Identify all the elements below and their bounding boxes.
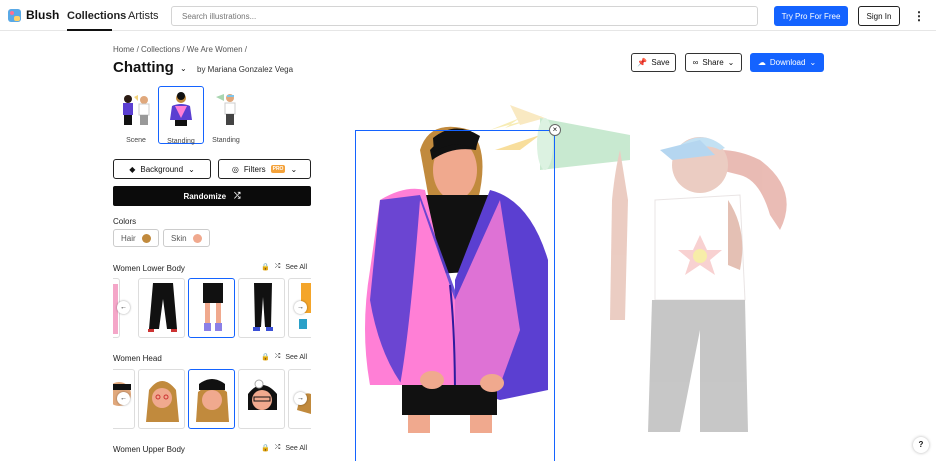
carousel-prev-arrow-icon[interactable]: ← xyxy=(117,301,130,314)
lower-body-option[interactable] xyxy=(138,278,185,338)
brand-logo[interactable]: Blush xyxy=(8,8,59,22)
chevron-down-icon: ⌄ xyxy=(727,58,735,67)
blush-logo-icon xyxy=(8,8,21,22)
section-tools: 🔒 ⤮ See All xyxy=(261,444,307,452)
carousel-next-arrow-icon[interactable]: → xyxy=(294,392,307,405)
link-icon: ∞ xyxy=(692,58,699,67)
background-select[interactable]: ◆ Background ⌄ xyxy=(113,159,211,179)
palette-icon: ◎ xyxy=(231,164,239,174)
hair-label: Hair xyxy=(121,233,136,243)
hair-color-button[interactable]: Hair xyxy=(113,229,159,247)
background-label: Background xyxy=(140,164,184,174)
try-pro-button[interactable]: Try Pro For Free xyxy=(774,6,848,26)
hair-color-swatch xyxy=(141,233,151,243)
head-carousel: ← → xyxy=(113,369,311,429)
head-option[interactable] xyxy=(238,369,285,429)
nav-link-collections[interactable]: Collections xyxy=(67,10,126,22)
variant-label: Scene xyxy=(126,137,146,144)
see-all-link[interactable]: See All xyxy=(285,264,307,271)
sign-in-button[interactable]: Sign In xyxy=(858,6,900,26)
lock-icon[interactable]: 🔒 xyxy=(261,353,270,361)
brand-name: Blush xyxy=(26,8,60,22)
skin-color-button[interactable]: Skin xyxy=(163,229,210,247)
scene-thumbnail xyxy=(123,95,150,125)
title-chevron-down-icon[interactable]: ⌄ xyxy=(180,64,187,73)
lock-icon[interactable]: 🔒 xyxy=(261,263,270,271)
variant-scene[interactable]: Scene xyxy=(113,86,159,144)
section-title-head: Women Head xyxy=(113,354,162,363)
variant-standing-2[interactable]: Standing xyxy=(203,86,249,144)
pro-badge: PRO xyxy=(270,165,286,173)
skin-label: Skin xyxy=(171,233,187,243)
share-label: Share xyxy=(702,58,724,67)
section-title-lower-body: Women Lower Body xyxy=(113,264,185,273)
download-button[interactable]: ☁ Download ⌄ xyxy=(750,53,824,72)
lower-body-option[interactable] xyxy=(238,278,285,338)
standing-thumbnail xyxy=(170,92,192,126)
search-input[interactable] xyxy=(171,6,758,26)
shuffle-icon[interactable]: ⤮ xyxy=(275,444,281,452)
section-title-upper-body: Women Upper Body xyxy=(113,445,185,454)
skin-color-swatch xyxy=(192,233,202,243)
lock-icon[interactable]: 🔒 xyxy=(261,444,270,452)
filters-label: Filters xyxy=(243,164,266,174)
randomize-button[interactable]: Randomize ⤮ xyxy=(113,186,311,206)
nav-link-artists[interactable]: Artists xyxy=(128,10,159,22)
filters-select[interactable]: ◎ Filters PRO ⌄ xyxy=(218,159,311,179)
cloud-download-icon: ☁ xyxy=(757,58,766,67)
share-button[interactable]: ∞ Share ⌄ xyxy=(685,53,742,72)
page-title: Chatting xyxy=(113,59,174,76)
standing-thumbnail xyxy=(216,94,236,125)
variant-label: Standing xyxy=(167,138,195,145)
head-option-selected[interactable] xyxy=(188,369,235,429)
variant-label: Standing xyxy=(212,137,240,144)
selected-character-frame[interactable] xyxy=(355,130,555,461)
download-label: Download xyxy=(769,58,806,67)
section-tools: 🔒 ⤮ See All xyxy=(261,353,307,361)
save-label: Save xyxy=(651,58,670,67)
lower-body-carousel: ← → xyxy=(113,278,311,338)
carousel-next-arrow-icon[interactable]: → xyxy=(294,301,307,314)
chevron-down-icon: ⌄ xyxy=(290,164,298,174)
colors-heading: Colors xyxy=(113,217,137,226)
close-icon[interactable]: × xyxy=(549,124,561,136)
author-byline[interactable]: by Mariana Gonzalez Vega xyxy=(197,65,293,74)
paint-bucket-icon: ◆ xyxy=(129,164,136,174)
more-options-icon[interactable]: ⋮ xyxy=(912,9,926,23)
randomize-label: Randomize xyxy=(183,191,227,201)
carousel-prev-arrow-icon[interactable]: ← xyxy=(117,392,130,405)
help-button[interactable]: ? xyxy=(913,437,929,453)
variant-standing-1[interactable]: Standing xyxy=(158,86,204,145)
shuffle-icon[interactable]: ⤮ xyxy=(275,353,281,361)
chevron-down-icon: ⌄ xyxy=(188,164,195,174)
save-button[interactable]: 📌 Save xyxy=(631,53,676,72)
chevron-down-icon: ⌄ xyxy=(809,58,817,67)
active-nav-indicator xyxy=(67,29,112,31)
shuffle-icon[interactable]: ⤮ xyxy=(275,263,281,271)
shuffle-icon: ⤮ xyxy=(234,191,241,200)
see-all-link[interactable]: See All xyxy=(285,354,307,361)
section-tools: 🔒 ⤮ See All xyxy=(261,263,307,271)
head-option[interactable] xyxy=(138,369,185,429)
see-all-link[interactable]: See All xyxy=(285,445,307,452)
lower-body-option-selected[interactable] xyxy=(188,278,235,338)
breadcrumb[interactable]: Home / Collections / We Are Women / xyxy=(113,45,247,54)
pin-icon: 📌 xyxy=(637,58,648,67)
top-navigation: Blush Collections Artists Try Pro For Fr… xyxy=(0,0,936,31)
